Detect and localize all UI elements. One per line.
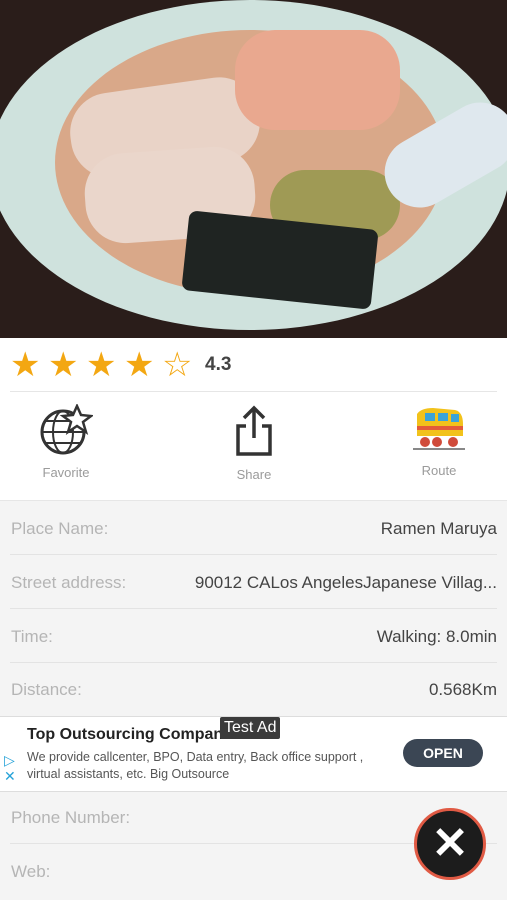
rating-row: ★ ★ ★ ★ ☆ bbox=[0, 338, 507, 392]
info-value: 0.568Km bbox=[428, 680, 497, 699]
star-empty-icon: ☆ bbox=[162, 346, 193, 384]
info-label: Phone Number: bbox=[11, 808, 131, 827]
route-button[interactable]: Route bbox=[389, 404, 489, 478]
ad-description: We provide callcenter, BPO, Data entry, … bbox=[27, 750, 364, 781]
info-label: Web: bbox=[11, 862, 51, 881]
rating-value: 4.3 bbox=[205, 354, 232, 375]
favorite-label: Favorite bbox=[42, 465, 90, 480]
star-filled-icon: ★ bbox=[10, 346, 41, 384]
info-label: Place Name: bbox=[11, 519, 109, 538]
share-label: Share bbox=[236, 467, 272, 482]
close-icon: ✕ bbox=[431, 819, 469, 868]
info-row-place-name: Place Name: Ramen Maruya bbox=[0, 502, 507, 555]
ad-choices[interactable]: ▷ ✕ bbox=[4, 752, 16, 784]
ad-title: Top Outsourcing Compan bbox=[27, 726, 224, 743]
test-ad-badge: Test Ad bbox=[220, 717, 281, 739]
restaurant-photo bbox=[0, 0, 507, 338]
action-bar: Favorite Share Route bbox=[0, 392, 507, 500]
route-label: Route bbox=[421, 463, 457, 478]
info-value: Walking: 8.0min bbox=[376, 627, 497, 646]
star-filled-icon: ★ bbox=[124, 346, 155, 384]
info-label: Time: bbox=[11, 627, 53, 646]
globe-star-icon bbox=[40, 402, 95, 455]
share-button[interactable]: Share bbox=[204, 404, 304, 482]
info-row-distance: Distance: 0.568Km bbox=[0, 663, 507, 716]
divider bbox=[0, 500, 507, 501]
adchoices-icon[interactable]: ▷ bbox=[4, 752, 16, 768]
share-icon bbox=[236, 405, 272, 456]
star-filled-icon: ★ bbox=[48, 346, 79, 384]
info-row-street-address[interactable]: Street address: 90012 CALos AngelesJapan… bbox=[0, 556, 507, 609]
close-button[interactable]: ✕ bbox=[414, 808, 486, 880]
info-row-time: Time: Walking: 8.0min bbox=[0, 610, 507, 663]
info-label: Distance: bbox=[11, 680, 82, 699]
info-value: Ramen Maruya bbox=[380, 519, 497, 538]
ad-open-button[interactable]: OPEN bbox=[403, 739, 483, 767]
favorite-button[interactable]: Favorite bbox=[16, 402, 116, 480]
train-icon bbox=[413, 408, 465, 450]
close-ad-icon[interactable]: ✕ bbox=[4, 768, 16, 784]
info-value: 90012 CALos AngelesJapanese Villag... bbox=[194, 573, 497, 592]
star-filled-icon: ★ bbox=[86, 346, 117, 384]
info-label: Street address: bbox=[11, 573, 127, 592]
